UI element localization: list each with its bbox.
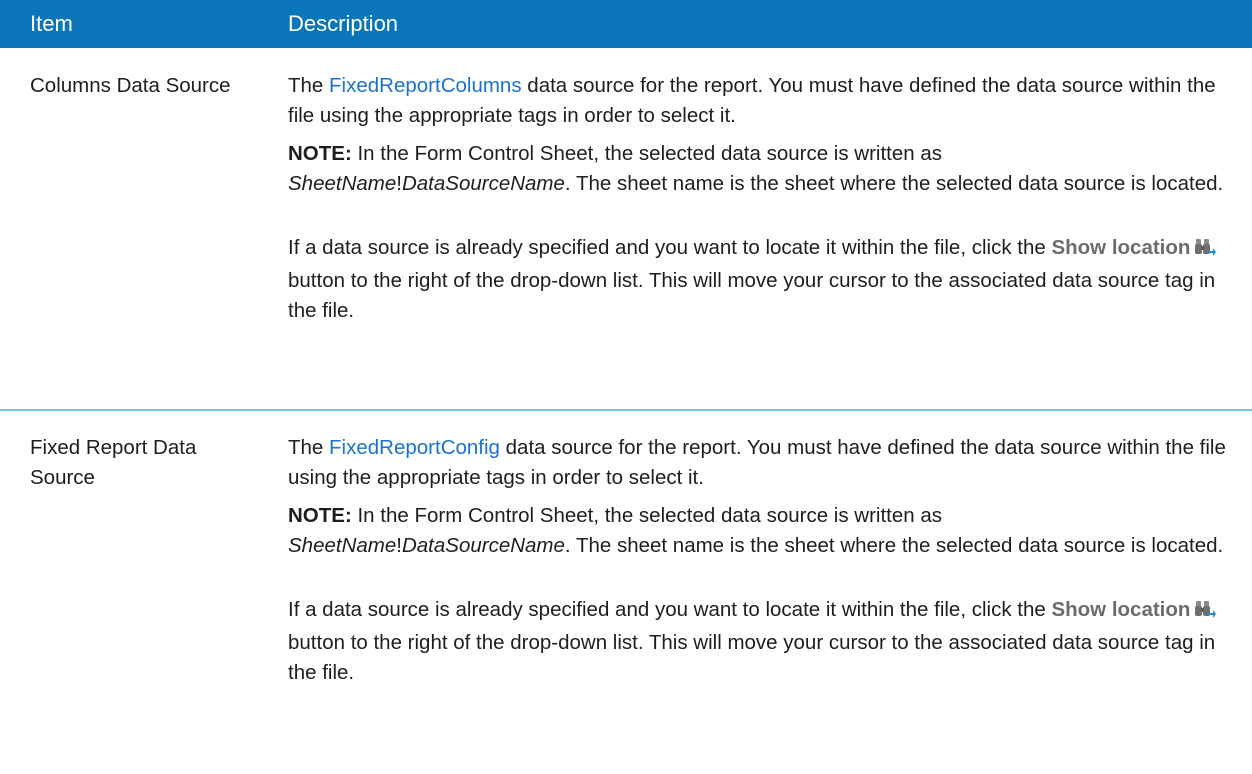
note-label: NOTE: <box>288 504 352 527</box>
binoculars-icon <box>1194 236 1217 266</box>
text: In the Form Control Sheet, the selected … <box>351 504 943 527</box>
show-location-paragraph: If a data source is already specified an… <box>288 595 1228 688</box>
fixed-report-config-link[interactable]: FixedReportConfig <box>329 436 500 459</box>
sheet-name-text: SheetName <box>288 172 397 195</box>
item-cell: Columns Data Source <box>30 74 231 97</box>
text: . The sheet name is the sheet where the … <box>564 172 1224 195</box>
text: In the Form Control Sheet, the selected … <box>351 142 943 165</box>
text: The <box>288 74 330 97</box>
text: If a data source is already specified an… <box>288 236 1052 259</box>
show-location-label: Show location <box>1051 598 1191 621</box>
sheet-name-text: SheetName <box>288 534 397 557</box>
column-header-item: Item <box>30 11 73 36</box>
text: button to the right of the drop-down lis… <box>288 631 1216 684</box>
data-source-name-text: DataSourceName <box>401 172 565 195</box>
description-paragraph: The FixedReportColumns data source for t… <box>288 71 1228 131</box>
note-paragraph: NOTE: In the Form Control Sheet, the sel… <box>288 501 1228 561</box>
text: If a data source is already specified an… <box>288 598 1052 621</box>
fixed-report-columns-link[interactable]: FixedReportColumns <box>329 74 522 97</box>
show-location-label: Show location <box>1051 236 1191 259</box>
description-cell: The FixedReportColumns data source for t… <box>288 71 1228 334</box>
table-row: Columns Data Source The FixedReportColum… <box>0 48 1252 410</box>
table-row: Fixed Report Data Source The FixedReport… <box>0 410 1252 774</box>
show-location-paragraph: If a data source is already specified an… <box>288 233 1228 326</box>
data-source-name-text: DataSourceName <box>401 534 565 557</box>
item-cell: Fixed Report Data Source <box>30 436 197 489</box>
description-cell: The FixedReportConfig data source for th… <box>288 433 1228 696</box>
description-paragraph: The FixedReportConfig data source for th… <box>288 433 1228 493</box>
note-label: NOTE: <box>288 142 352 165</box>
text: The <box>288 436 330 459</box>
text: . The sheet name is the sheet where the … <box>564 534 1224 557</box>
binoculars-icon <box>1194 598 1217 628</box>
note-paragraph: NOTE: In the Form Control Sheet, the sel… <box>288 139 1228 199</box>
text: button to the right of the drop-down lis… <box>288 269 1216 322</box>
column-header-description: Description <box>288 11 399 36</box>
table-header: Item Description <box>0 0 1252 48</box>
